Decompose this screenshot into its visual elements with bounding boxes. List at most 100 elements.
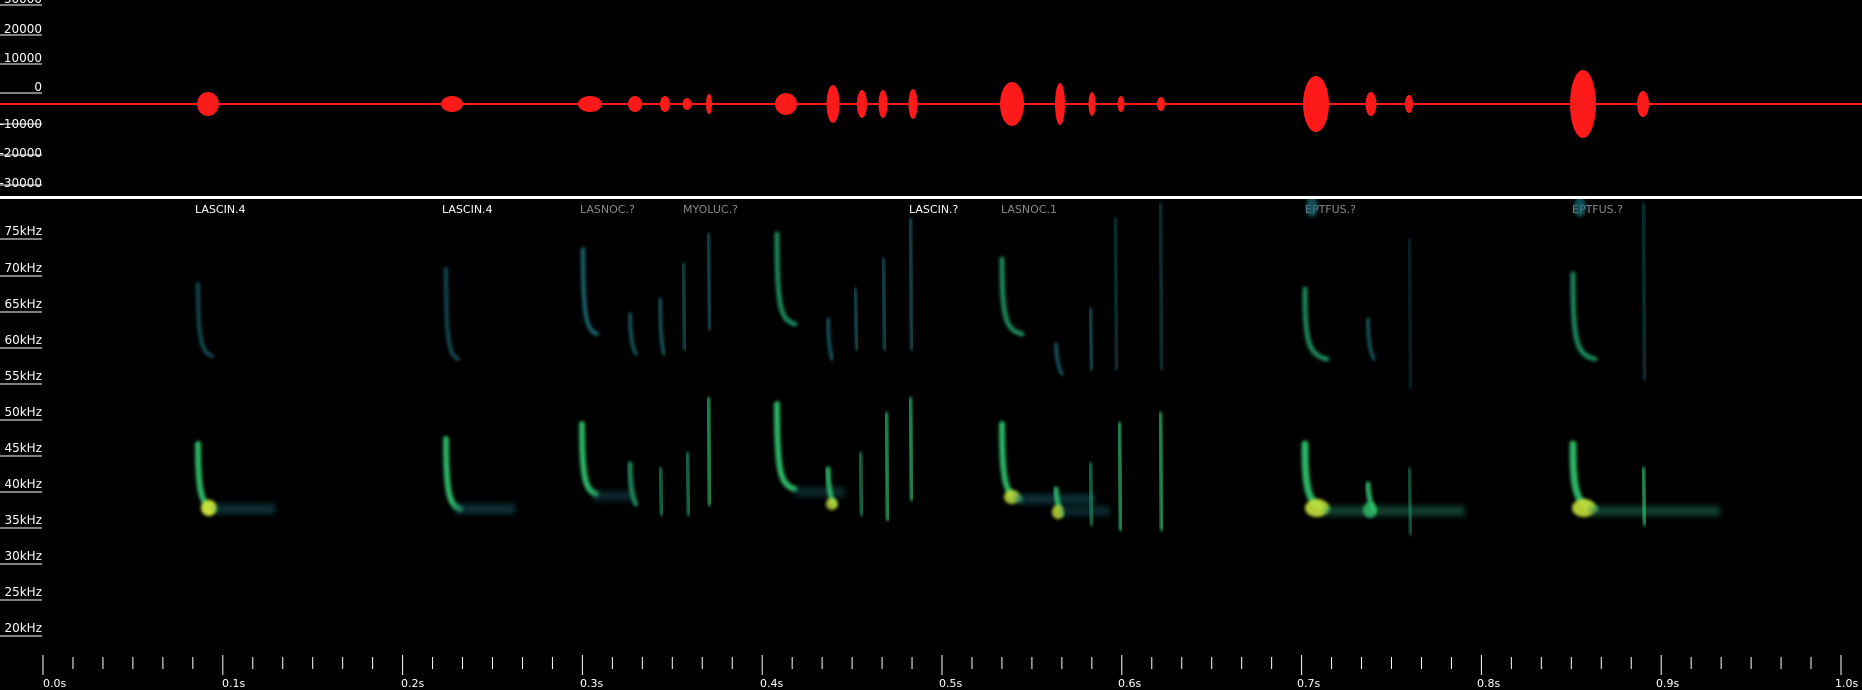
time-tick-label: 0.6s xyxy=(1118,677,1141,690)
waveform-burst xyxy=(1570,70,1596,138)
freq-tick-label: 70kHz xyxy=(4,261,42,275)
waveform-burst xyxy=(578,96,602,112)
call-line xyxy=(681,262,687,351)
waveform-burst xyxy=(857,90,867,118)
freq-tick-label: 50kHz xyxy=(4,405,42,419)
call-line xyxy=(853,287,859,351)
spectrogram-panel[interactable]: LASCIN.4 LASCIN.4 LASNOC.? MYOLUC.? LASC… xyxy=(0,199,1862,690)
waveform-burst xyxy=(1000,82,1024,126)
y-tick-label: 0 xyxy=(34,80,42,94)
y-tick-label: -30000 xyxy=(0,176,42,190)
call-line xyxy=(884,412,890,521)
freq-tick-label: 40kHz xyxy=(4,477,42,491)
call-line xyxy=(685,452,691,516)
freq-tick: 20kHz xyxy=(0,621,42,637)
y-tick: 20000 xyxy=(0,22,42,36)
waveform-burst xyxy=(775,93,797,115)
call-label[interactable]: LASNOC.? xyxy=(580,203,635,216)
call-label[interactable]: LASCIN.? xyxy=(909,203,959,216)
time-tick-label: 0.5s xyxy=(939,677,962,690)
freq-tick: 70kHz xyxy=(0,261,42,277)
time-tick-label: 0.1s xyxy=(222,677,245,690)
waveform-burst xyxy=(706,94,712,114)
waveform-burst xyxy=(197,92,219,116)
call-peak xyxy=(201,500,217,516)
call-tail xyxy=(1590,506,1720,516)
time-tick-label: 0.4s xyxy=(760,677,783,690)
y-tick-label: 10000 xyxy=(4,51,42,65)
freq-tick: 45kHz xyxy=(0,441,42,457)
freq-tick: 30kHz xyxy=(0,549,42,565)
waveform-burst xyxy=(908,89,918,119)
call-line xyxy=(658,467,664,516)
call-line xyxy=(1158,412,1164,531)
waveform-burst xyxy=(826,85,840,123)
call-tail xyxy=(455,504,515,514)
freq-tick-label: 30kHz xyxy=(4,549,42,563)
waveform-burst xyxy=(1157,97,1165,111)
waveform-burst xyxy=(682,98,692,110)
freq-tick: 40kHz xyxy=(0,477,42,493)
freq-tick-label: 60kHz xyxy=(4,333,42,347)
y-tick-label: 30000 xyxy=(4,0,42,6)
time-tick-label: 0.9s xyxy=(1656,677,1679,690)
call-line xyxy=(1407,467,1413,536)
call-line xyxy=(1088,307,1094,371)
freq-tick-label: 75kHz xyxy=(4,224,42,238)
call-line xyxy=(1117,422,1123,531)
freq-tick-label: 65kHz xyxy=(4,297,42,311)
y-tick: 30000 xyxy=(0,0,42,6)
waveform-burst xyxy=(1088,92,1096,116)
call-label[interactable]: LASCIN.4 xyxy=(442,203,493,216)
freq-tick: 60kHz xyxy=(0,333,42,349)
waveform-burst xyxy=(1303,76,1329,132)
call-line xyxy=(706,232,712,331)
y-tick: -10000 xyxy=(0,117,42,131)
call-label[interactable]: MYOLUC.? xyxy=(683,203,738,216)
y-tick-label: -10000 xyxy=(0,117,42,131)
call-peak xyxy=(826,498,838,510)
call-tail xyxy=(1325,506,1465,516)
call-tail xyxy=(1060,506,1110,516)
time-tick-label: 0.2s xyxy=(401,677,424,690)
call-line xyxy=(706,397,712,506)
call-line xyxy=(908,397,914,501)
call-label[interactable]: LASNOC.1 xyxy=(1001,203,1057,216)
call-tail xyxy=(795,487,845,497)
freq-tick: 75kHz xyxy=(0,224,42,240)
y-tick: -20000 xyxy=(0,146,42,160)
time-tick-label: 0.8s xyxy=(1477,677,1500,690)
y-tick: 10000 xyxy=(0,51,42,65)
call-line xyxy=(1088,462,1094,526)
waveform-burst xyxy=(1117,96,1125,112)
freq-tick-label: 25kHz xyxy=(4,585,42,599)
time-tick-label: 1.0s xyxy=(1835,677,1858,690)
call-line xyxy=(1641,467,1647,526)
freq-tick: 25kHz xyxy=(0,585,42,601)
freq-tick: 35kHz xyxy=(0,513,42,529)
waveform-burst xyxy=(1405,95,1413,113)
freq-tick-label: 45kHz xyxy=(4,441,42,455)
call-peak xyxy=(1363,502,1377,518)
time-tick-label: 0.0s xyxy=(43,677,66,690)
call-line xyxy=(908,217,914,351)
waveform-burst xyxy=(1637,91,1649,117)
freq-tick-label: 55kHz xyxy=(4,369,42,383)
waveform-burst xyxy=(660,96,670,112)
freq-tick-label: 35kHz xyxy=(4,513,42,527)
freq-tick-label: 20kHz xyxy=(4,621,42,635)
time-tick-label: 0.3s xyxy=(580,677,603,690)
call-label[interactable]: LASCIN.4 xyxy=(195,203,246,216)
freq-tick: 55kHz xyxy=(0,369,42,385)
waveform-burst xyxy=(878,90,888,118)
call-tail xyxy=(593,491,633,501)
waveform-burst xyxy=(1365,92,1377,116)
call-line xyxy=(881,257,887,351)
y-tick-label: -20000 xyxy=(0,146,42,160)
freq-tick: 50kHz xyxy=(0,405,42,421)
y-tick: -30000 xyxy=(0,176,42,190)
waveform-burst xyxy=(628,96,642,112)
waveform-panel[interactable]: 30000 20000 10000 0 -10000 -20000 -30000 xyxy=(0,0,1862,196)
call-line xyxy=(1158,202,1164,371)
waveform-burst xyxy=(1055,83,1065,125)
